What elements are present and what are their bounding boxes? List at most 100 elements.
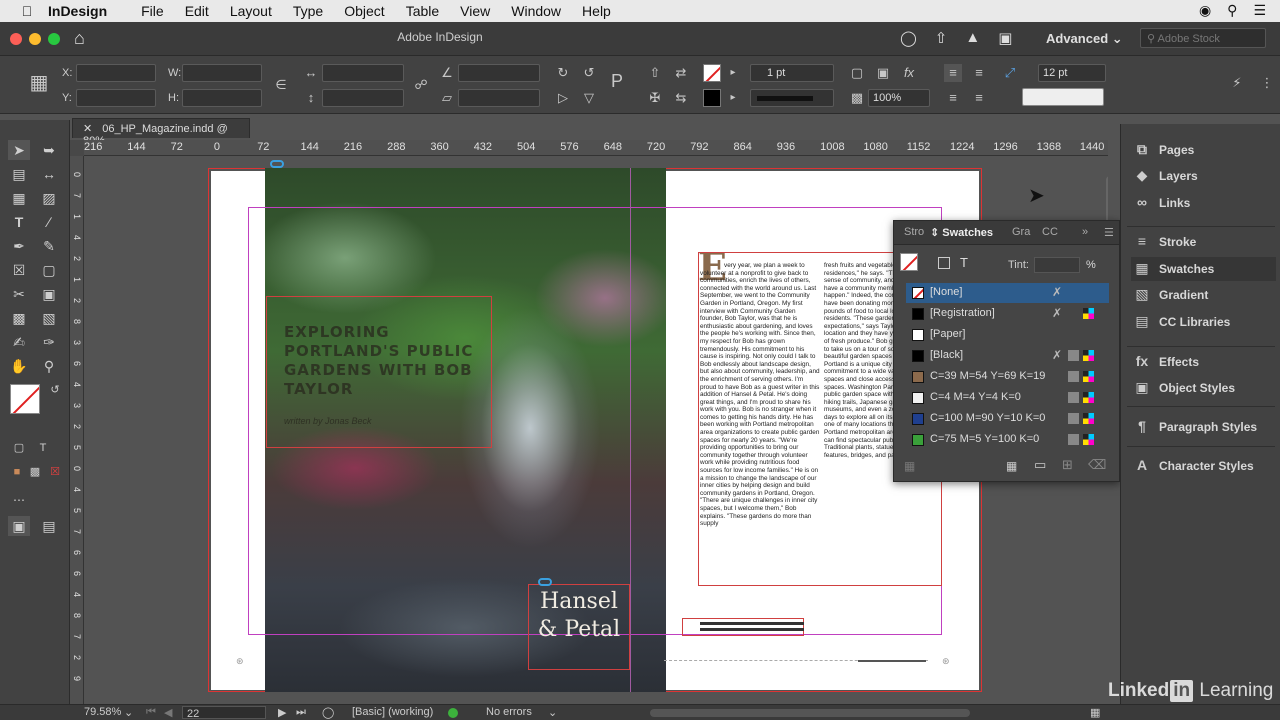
x-field[interactable] — [76, 64, 156, 82]
notification-list-icon[interactable]: ☰ — [1253, 2, 1266, 19]
preview-mode-icon[interactable]: ▤ — [38, 516, 60, 536]
swap-fill-stroke-icon[interactable]: ↺ — [44, 380, 66, 400]
menu-app-name[interactable]: InDesign — [48, 3, 107, 19]
chevron-down-icon[interactable]: ⌄ — [548, 706, 557, 719]
menu-table[interactable]: Table — [406, 3, 439, 19]
headline-text[interactable]: EXPLORING PORTLAND'S PUBLIC GARDENS WITH… — [284, 323, 504, 399]
selection-tool-icon[interactable]: ➤ — [8, 140, 30, 160]
swatch-row[interactable]: C=4 M=4 Y=4 K=0 — [906, 388, 1109, 408]
menu-type[interactable]: Type — [293, 3, 323, 19]
document-tab[interactable]: ✕06_HP_Magazine.indd @ 80% — [72, 118, 250, 147]
dock-item[interactable]: ≡ Stroke — [1131, 230, 1276, 254]
rotation-field[interactable] — [458, 64, 540, 82]
share-icon[interactable]: ⇧ — [935, 29, 948, 47]
shear-field[interactable] — [458, 89, 540, 107]
screen-mode-icon[interactable]: ⋯ — [8, 490, 30, 510]
swatch-row[interactable]: [None] ✗ — [906, 283, 1109, 303]
formatting-text-icon[interactable]: T — [32, 438, 54, 458]
fill-swatch-large[interactable] — [10, 384, 40, 414]
effects-fx-icon[interactable]: fx — [900, 64, 918, 82]
rotate-angle-icon[interactable]: ∠ — [438, 64, 456, 82]
align-center-icon[interactable]: ≡ — [970, 64, 988, 82]
scale-x-icon[interactable]: ↔ — [302, 64, 320, 82]
dock-item[interactable]: ⧉ Pages — [1131, 138, 1276, 162]
dock-item[interactable]: ∞ Links — [1131, 191, 1276, 215]
type-tool-icon[interactable]: T — [8, 212, 30, 232]
rectangle-frame-tool-icon[interactable]: ☒ — [8, 260, 30, 280]
zoom-tool-icon[interactable]: ⚲ — [38, 356, 60, 376]
dock-item[interactable]: ▧ Gradient — [1131, 283, 1276, 307]
scale-x-field[interactable] — [322, 64, 404, 82]
select-container-icon[interactable]: ⇧ — [646, 64, 664, 82]
ruler-origin[interactable] — [70, 140, 84, 156]
width-field[interactable] — [182, 64, 262, 82]
pen-tool-icon[interactable]: ✒ — [8, 236, 30, 256]
menu-object[interactable]: Object — [344, 3, 384, 19]
apply-gradient-icon[interactable]: ▩ — [24, 462, 46, 482]
zoom-level[interactable]: 79.58% — [84, 706, 121, 718]
dock-item[interactable]: ¶ Paragraph Styles — [1131, 415, 1276, 439]
tint-field[interactable] — [1034, 257, 1080, 273]
opacity-icon[interactable]: ▩ — [848, 89, 866, 107]
rectangle-tool-icon[interactable]: ▢ — [38, 260, 60, 280]
tab-cc[interactable]: CC — [1042, 226, 1058, 238]
footer-bar-frame[interactable] — [682, 618, 804, 636]
content-collector-icon[interactable]: ▦ — [8, 188, 30, 208]
page-number-field[interactable]: 22 — [182, 706, 266, 720]
publish-icon[interactable]: ▲ — [965, 29, 980, 47]
reference-point-icon[interactable]: ▦ — [26, 70, 52, 96]
swatch-row[interactable]: C=75 M=5 Y=100 K=0 — [906, 430, 1109, 450]
constrain-proportions-icon[interactable]: ∈ — [272, 76, 290, 94]
line-tool-icon[interactable]: ∕ — [38, 212, 60, 232]
next-page-icon[interactable]: ▶ — [278, 706, 286, 719]
stroke-black-swatch[interactable] — [703, 89, 721, 107]
menu-file[interactable]: File — [141, 3, 164, 19]
fill-proxy-swatch[interactable] — [900, 253, 918, 271]
swatch-row[interactable]: [Paper] — [906, 325, 1109, 345]
flip-horizontal-icon[interactable]: ▷ — [554, 89, 572, 107]
show-all-swatches-icon[interactable]: ▦ — [904, 459, 915, 473]
tab-gradient[interactable]: Gra — [1012, 226, 1030, 238]
lightbulb-icon[interactable]: ◯ — [900, 29, 917, 47]
dock-item[interactable]: ▦ Swatches — [1131, 257, 1276, 281]
rotate-cw-icon[interactable]: ↻ — [554, 64, 572, 82]
fit-content-icon[interactable]: ▣ — [874, 64, 892, 82]
eyedropper-tool-icon[interactable]: ✑ — [38, 332, 60, 352]
shear-angle-icon[interactable]: ▱ — [438, 89, 456, 107]
resize-handle-icon[interactable]: ▦ — [1090, 706, 1100, 719]
swatch-row[interactable]: C=100 M=90 Y=10 K=0 — [906, 409, 1109, 429]
menu-edit[interactable]: Edit — [185, 3, 209, 19]
content-placer-icon[interactable]: ▨ — [38, 188, 60, 208]
constrain-scale-icon[interactable]: ☍ — [412, 76, 430, 94]
align-top-icon[interactable]: ≡ — [944, 89, 962, 107]
select-next-icon[interactable]: ⇆ — [672, 89, 690, 107]
height-field[interactable] — [182, 89, 262, 107]
dock-item[interactable]: A Character Styles — [1131, 454, 1276, 478]
apply-none-icon[interactable]: ☒ — [44, 462, 66, 482]
frame-link-icon[interactable] — [270, 160, 284, 168]
first-page-icon[interactable]: ⏮ — [146, 706, 156, 719]
adobe-stock-search-input[interactable]: ⚲ Adobe Stock — [1140, 28, 1266, 48]
new-swatch-icon[interactable]: ⊞ — [1062, 457, 1073, 473]
stroke-chevron-icon[interactable]: ▸ — [724, 89, 742, 107]
tab-stroke[interactable]: Stro — [904, 226, 924, 238]
apple-icon[interactable]:  — [12, 3, 42, 19]
align-left-icon[interactable]: ≡ — [944, 64, 962, 82]
formatting-text-icon[interactable]: T — [960, 255, 968, 270]
menu-help[interactable]: Help — [582, 3, 611, 19]
stroke-type-select[interactable] — [750, 89, 834, 107]
horizontal-ruler[interactable]: 216 144 72 0 72 144 216 288 360 432 504 576 648 720 79… — [72, 140, 1108, 156]
quick-apply-icon[interactable]: ⚡ — [1228, 74, 1246, 92]
fill-chevron-icon[interactable]: ▸ — [724, 64, 742, 82]
preflight-profile[interactable]: [Basic] (working) — [352, 706, 433, 718]
page-tool-icon[interactable]: ▤ — [8, 164, 30, 184]
byline-text[interactable]: written by Jonas Beck — [284, 416, 372, 426]
dock-item[interactable]: ▣ Object Styles — [1131, 376, 1276, 400]
gap-tool-icon[interactable]: ↔ — [38, 164, 60, 184]
hand-tool-icon[interactable]: ✋ — [8, 356, 30, 376]
comment-icon[interactable]: ▣ — [998, 29, 1012, 47]
select-previous-icon[interactable]: ⇄ — [672, 64, 690, 82]
hansel-petal-logo[interactable]: Hansel & Petal — [530, 588, 628, 670]
dock-item[interactable]: fx Effects — [1131, 350, 1276, 374]
swatch-row[interactable]: [Registration] ✗ — [906, 304, 1109, 324]
